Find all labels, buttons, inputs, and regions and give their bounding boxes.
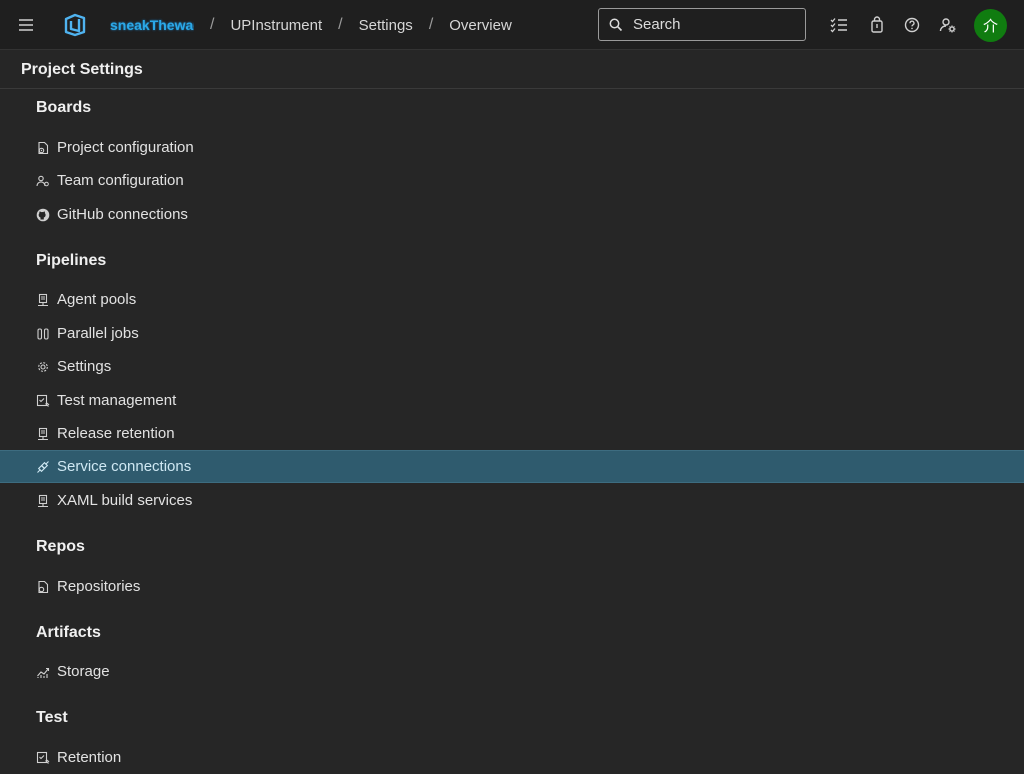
- nav-item-retention[interactable]: Retention: [0, 741, 1024, 774]
- nav-item-label: Parallel jobs: [57, 325, 139, 342]
- nav-item-label: Service connections: [57, 458, 192, 475]
- section-title-boards: Boards: [36, 99, 92, 116]
- nav-item-label: GitHub connections: [57, 206, 188, 223]
- breadcrumb: sneakThewader / UPInstrument / Settings …: [110, 0, 512, 50]
- section-title-pipelines: Pipelines: [36, 252, 107, 269]
- section-title-artifacts: Artifacts: [36, 624, 101, 641]
- breadcrumb-separator: /: [210, 16, 215, 33]
- nav-item-parallel-jobs[interactable]: Parallel jobs: [0, 317, 1024, 350]
- nav-item-team-configuration[interactable]: Team configuration: [0, 164, 1024, 197]
- gear-icon: [36, 360, 50, 374]
- menu-icon[interactable]: [16, 15, 36, 35]
- nav-item-service-connections[interactable]: Service connections: [0, 450, 1024, 483]
- release-retention-icon: [36, 427, 50, 441]
- nav-item-label: Storage: [57, 663, 110, 680]
- nav-item-github-connections[interactable]: GitHub connections: [0, 198, 1024, 231]
- nav-item-label: Agent pools: [57, 291, 137, 308]
- breadcrumb-project[interactable]: UPInstrument: [230, 17, 322, 34]
- search-input[interactable]: [633, 16, 783, 33]
- project-config-icon: [36, 141, 50, 155]
- nav-item-label: Repositories: [57, 578, 141, 595]
- nav-item-label: Release retention: [57, 425, 175, 442]
- nav-item-xaml-build-services[interactable]: XAML build services: [0, 484, 1024, 517]
- azure-devops-logo-icon[interactable]: [62, 12, 88, 38]
- page-title: Project Settings: [21, 61, 143, 78]
- section-title-repos: Repos: [36, 538, 85, 555]
- nav-item-release-retention[interactable]: Release retention: [0, 417, 1024, 450]
- nav-item-test-management[interactable]: Test management: [0, 384, 1024, 417]
- breadcrumb-overview[interactable]: Overview: [449, 17, 512, 34]
- avatar-initials: 介: [982, 18, 998, 35]
- shopping-bag-icon[interactable]: [867, 15, 887, 35]
- nav-item-storage[interactable]: Storage: [0, 655, 1024, 688]
- parallel-jobs-icon: [36, 327, 50, 341]
- nav-item-label: Retention: [57, 749, 122, 766]
- search-box[interactable]: [598, 8, 806, 41]
- page-header: Project Settings: [0, 51, 1024, 89]
- test-management-icon: [36, 394, 50, 408]
- nav-item-label: XAML build services: [57, 492, 193, 509]
- nav-item-label: Test management: [57, 392, 177, 409]
- nav-item-label: Team configuration: [57, 172, 184, 189]
- team-config-icon: [36, 174, 50, 188]
- breadcrumb-organization[interactable]: sneakThewader: [110, 17, 194, 33]
- xaml-build-icon: [36, 494, 50, 508]
- top-bar: sneakThewader / UPInstrument / Settings …: [0, 0, 1024, 50]
- nav-item-project-configuration[interactable]: Project configuration: [0, 131, 1024, 164]
- agent-pool-icon: [36, 293, 50, 307]
- breadcrumb-separator: /: [428, 16, 434, 33]
- service-connection-icon: [36, 460, 50, 474]
- storage-chart-icon: [36, 665, 50, 679]
- search-icon: [609, 18, 623, 31]
- retention-icon: [36, 751, 50, 765]
- nav-item-repositories[interactable]: Repositories: [0, 570, 1024, 603]
- avatar[interactable]: 介: [974, 9, 1007, 42]
- nav-item-settings[interactable]: Settings: [0, 350, 1024, 383]
- breadcrumb-settings[interactable]: Settings: [359, 17, 413, 34]
- nav-item-label: Project configuration: [57, 139, 194, 156]
- github-icon: [36, 208, 50, 222]
- repository-icon: [36, 580, 50, 594]
- nav-item-agent-pools[interactable]: Agent pools: [0, 283, 1024, 316]
- breadcrumb-separator: /: [338, 16, 343, 33]
- user-settings-icon[interactable]: [938, 15, 958, 35]
- help-icon[interactable]: [902, 15, 922, 35]
- task-list-icon[interactable]: [829, 15, 849, 35]
- section-title-test: Test: [36, 709, 68, 726]
- nav-item-label: Settings: [57, 358, 112, 375]
